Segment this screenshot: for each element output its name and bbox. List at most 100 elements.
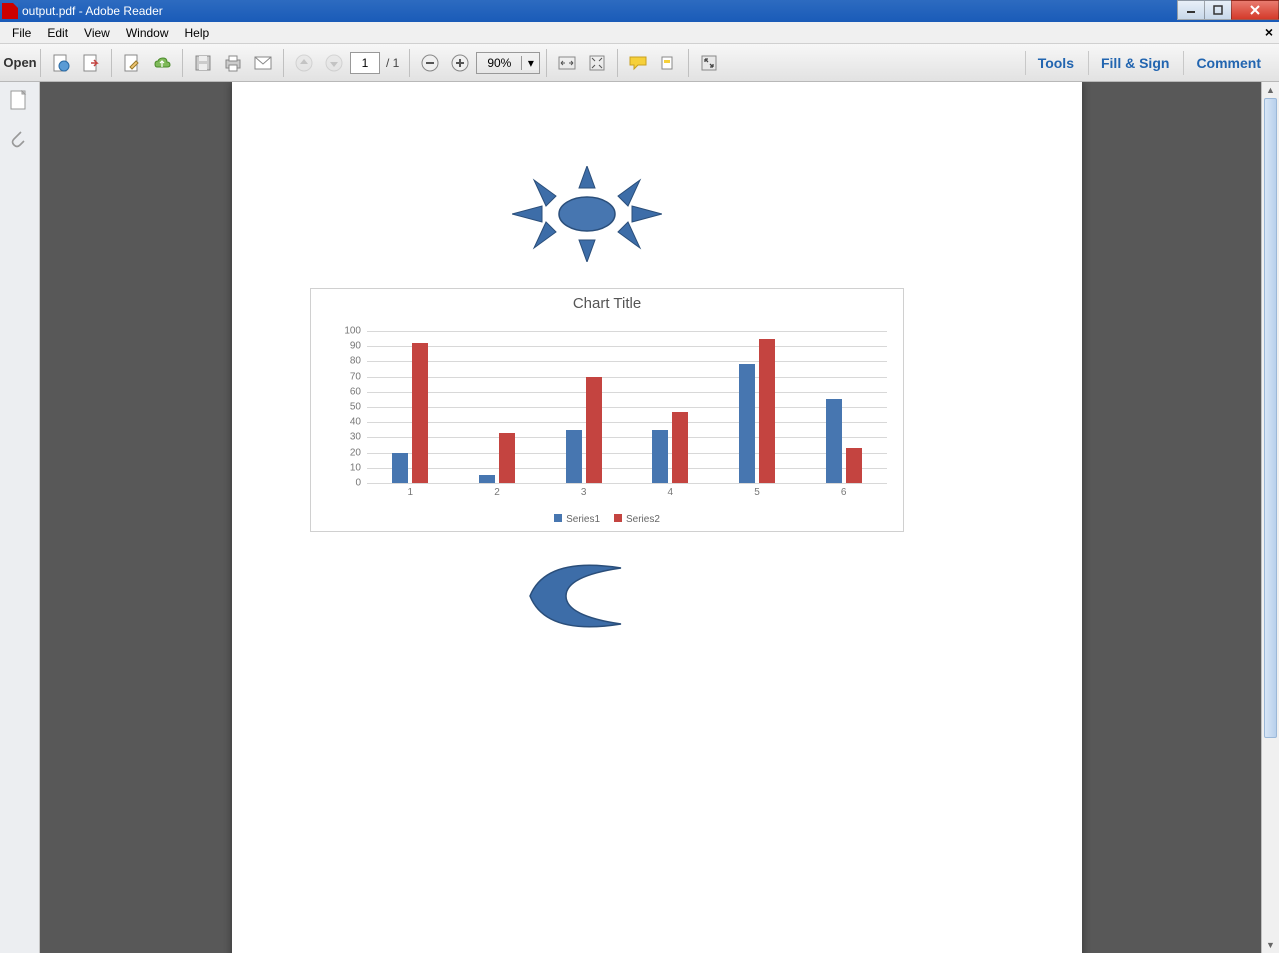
bar-series1 <box>479 475 495 483</box>
menu-edit[interactable]: Edit <box>39 24 76 42</box>
gridline <box>367 468 887 469</box>
zoom-select[interactable]: 90% ▾ <box>476 52 540 74</box>
minimize-button[interactable] <box>1177 0 1205 20</box>
minus-icon <box>421 54 439 72</box>
comment-panel-button[interactable]: Comment <box>1183 51 1273 75</box>
separator <box>40 49 41 77</box>
chart-title: Chart Title <box>311 289 903 314</box>
bar-series1 <box>739 364 755 483</box>
window-title: output.pdf - Adobe Reader <box>22 4 1178 18</box>
print-button[interactable] <box>219 49 247 77</box>
gridline <box>367 437 887 438</box>
fit-width-icon <box>557 55 577 71</box>
scroll-up-icon[interactable]: ▲ <box>1262 82 1279 98</box>
edit-pdf-button[interactable] <box>118 49 146 77</box>
close-document-icon[interactable]: × <box>1265 24 1273 40</box>
maximize-button[interactable] <box>1204 0 1232 20</box>
page-arrow-icon <box>81 53 101 73</box>
open-button[interactable]: Open <box>6 49 34 77</box>
cloud-button[interactable] <box>148 49 176 77</box>
menu-file[interactable]: File <box>4 24 39 42</box>
vertical-scrollbar[interactable]: ▲ ▼ <box>1261 82 1279 953</box>
paperclip-icon <box>8 128 26 148</box>
prev-page-button[interactable] <box>290 49 318 77</box>
menu-window[interactable]: Window <box>118 24 177 42</box>
bar-series2 <box>846 448 862 483</box>
y-tick-label: 0 <box>355 478 361 489</box>
page-number-input[interactable] <box>350 52 380 74</box>
bar-series1 <box>826 399 842 483</box>
bar-series1 <box>652 430 668 483</box>
y-tick-label: 10 <box>350 462 361 473</box>
close-button[interactable] <box>1231 0 1279 20</box>
chevron-down-icon: ▾ <box>521 56 539 70</box>
expand-icon <box>700 54 718 72</box>
pdf-page: Chart Title 0102030405060708090100123456… <box>232 82 1082 953</box>
gridline <box>367 422 887 423</box>
x-tick-label: 6 <box>841 487 847 498</box>
separator <box>546 49 547 77</box>
comment-tool-button[interactable] <box>624 49 652 77</box>
separator <box>409 49 410 77</box>
gridline <box>367 377 887 378</box>
separator <box>182 49 183 77</box>
chart: Chart Title 0102030405060708090100123456… <box>310 288 904 532</box>
pdf-app-icon <box>2 3 18 19</box>
bar-series2 <box>499 433 515 483</box>
zoom-in-button[interactable] <box>446 49 474 77</box>
bar-series2 <box>759 339 775 483</box>
gridline <box>367 407 887 408</box>
gridline <box>367 331 887 332</box>
fit-width-button[interactable] <box>553 49 581 77</box>
open-button-label: Open <box>3 55 36 70</box>
chart-legend: Series1 Series2 <box>311 514 903 525</box>
x-tick-label: 2 <box>494 487 500 498</box>
thumbnails-tab[interactable] <box>8 90 32 114</box>
page-pencil-icon <box>122 53 142 73</box>
email-button[interactable] <box>249 49 277 77</box>
sun-shape <box>512 166 662 262</box>
y-tick-label: 40 <box>350 417 361 428</box>
read-mode-button[interactable] <box>695 49 723 77</box>
scroll-thumb[interactable] <box>1264 98 1277 738</box>
y-tick-label: 20 <box>350 447 361 458</box>
save-icon <box>194 54 212 72</box>
x-tick-label: 4 <box>668 487 674 498</box>
fit-page-button[interactable] <box>583 49 611 77</box>
printer-icon <box>223 54 243 72</box>
page-globe-icon <box>51 53 71 73</box>
scroll-down-icon[interactable]: ▼ <box>1262 937 1279 953</box>
document-viewport[interactable]: Chart Title 0102030405060708090100123456… <box>40 82 1261 953</box>
x-tick-label: 1 <box>408 487 414 498</box>
tools-panel-button[interactable]: Tools <box>1025 51 1086 75</box>
navigation-pane <box>0 82 40 953</box>
separator <box>111 49 112 77</box>
convert-pdf-button[interactable] <box>77 49 105 77</box>
chart-plot-area: 0102030405060708090100123456 <box>367 331 887 483</box>
bar-series2 <box>672 412 688 483</box>
bar-series1 <box>392 453 408 483</box>
content-area: Chart Title 0102030405060708090100123456… <box>0 82 1279 953</box>
gridline <box>367 483 887 484</box>
bar-series2 <box>586 377 602 483</box>
menu-help[interactable]: Help <box>177 24 218 42</box>
x-tick-label: 3 <box>581 487 587 498</box>
next-page-button[interactable] <box>320 49 348 77</box>
create-pdf-button[interactable] <box>47 49 75 77</box>
highlight-tool-button[interactable] <box>654 49 682 77</box>
gridline <box>367 346 887 347</box>
fill-sign-panel-button[interactable]: Fill & Sign <box>1088 51 1181 75</box>
menu-view[interactable]: View <box>76 24 118 42</box>
save-button[interactable] <box>189 49 217 77</box>
gridline <box>367 392 887 393</box>
attachments-tab[interactable] <box>8 128 32 152</box>
y-tick-label: 70 <box>350 371 361 382</box>
zoom-out-button[interactable] <box>416 49 444 77</box>
highlight-icon <box>658 55 678 71</box>
y-tick-label: 50 <box>350 402 361 413</box>
moon-shape <box>526 562 626 630</box>
arrow-down-icon <box>325 54 343 72</box>
x-tick-label: 5 <box>754 487 760 498</box>
menu-bar: File Edit View Window Help × <box>0 22 1279 44</box>
toolbar: Open / 1 90% ▾ Tools Fill & Sign Comment <box>0 44 1279 82</box>
